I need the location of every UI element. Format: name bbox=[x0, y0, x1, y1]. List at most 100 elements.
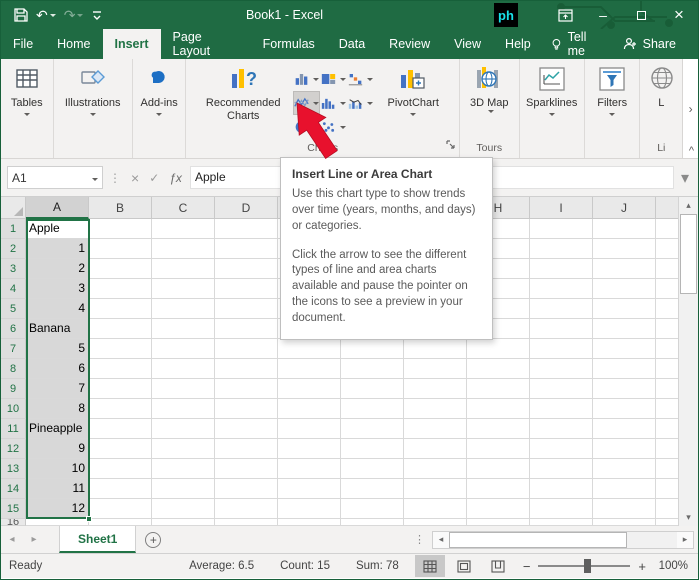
cell-a14[interactable]: 11 bbox=[26, 479, 89, 499]
insert-function-button[interactable]: ƒx bbox=[169, 171, 182, 185]
cell-f11[interactable] bbox=[341, 419, 404, 439]
zoom-in-button[interactable]: + bbox=[638, 559, 646, 574]
cell-g15[interactable] bbox=[404, 499, 467, 519]
cell-a12[interactable]: 9 bbox=[26, 439, 89, 459]
cell-d16[interactable] bbox=[215, 519, 278, 526]
cell-i11[interactable] bbox=[530, 419, 593, 439]
row-header-7[interactable]: 7 bbox=[1, 339, 26, 359]
cell-i7[interactable] bbox=[530, 339, 593, 359]
collapse-ribbon-button[interactable]: ^ bbox=[689, 145, 694, 157]
cell-d10[interactable] bbox=[215, 399, 278, 419]
share-button[interactable]: Share bbox=[615, 37, 684, 51]
column-header-c[interactable]: C bbox=[152, 197, 215, 219]
cell-c12[interactable] bbox=[152, 439, 215, 459]
cell-b8[interactable] bbox=[89, 359, 152, 379]
cell-b2[interactable] bbox=[89, 239, 152, 259]
customize-qat-button[interactable] bbox=[88, 3, 106, 27]
row-header-6[interactable]: 6 bbox=[1, 319, 26, 339]
row-header-10[interactable]: 10 bbox=[1, 399, 26, 419]
cell-d1[interactable] bbox=[215, 219, 278, 239]
vscroll-down-button[interactable]: ▾ bbox=[679, 509, 698, 526]
filters-button[interactable]: Filters bbox=[592, 62, 632, 140]
charts-dialog-launcher[interactable] bbox=[446, 139, 456, 155]
cell-e11[interactable] bbox=[278, 419, 341, 439]
cell-h16[interactable] bbox=[467, 519, 530, 526]
cell-i12[interactable] bbox=[530, 439, 593, 459]
cell-b11[interactable] bbox=[89, 419, 152, 439]
cell-a5[interactable]: 4 bbox=[26, 299, 89, 319]
undo-dropdown-icon[interactable] bbox=[50, 14, 56, 17]
cell-d6[interactable] bbox=[215, 319, 278, 339]
zoom-slider-thumb[interactable] bbox=[584, 559, 591, 573]
cell-c5[interactable] bbox=[152, 299, 215, 319]
zoom-out-button[interactable]: − bbox=[523, 559, 531, 574]
cell-d11[interactable] bbox=[215, 419, 278, 439]
combo-chart-dropdown-icon[interactable] bbox=[367, 102, 373, 105]
hscroll-left-button[interactable]: ◂ bbox=[433, 532, 449, 548]
column-header-j[interactable]: J bbox=[593, 197, 656, 219]
cell-c6[interactable] bbox=[152, 319, 215, 339]
row-header-15[interactable]: 15 bbox=[1, 499, 26, 519]
cell-d5[interactable] bbox=[215, 299, 278, 319]
cell-f10[interactable] bbox=[341, 399, 404, 419]
page-layout-view-button[interactable] bbox=[449, 555, 479, 577]
hscroll-thumb[interactable] bbox=[449, 532, 627, 548]
cell-i15[interactable] bbox=[530, 499, 593, 519]
tabbar-splitter-dots-icon[interactable]: ⋮ bbox=[414, 533, 426, 546]
cell-c8[interactable] bbox=[152, 359, 215, 379]
row-header-4[interactable]: 4 bbox=[1, 279, 26, 299]
cell-j3[interactable] bbox=[593, 259, 656, 279]
redo-dropdown-icon[interactable] bbox=[77, 14, 83, 17]
cell-b9[interactable] bbox=[89, 379, 152, 399]
formula-cancel-button[interactable]: × bbox=[131, 170, 139, 186]
vscroll-track[interactable] bbox=[679, 294, 698, 509]
cell-b4[interactable] bbox=[89, 279, 152, 299]
cell-a8[interactable]: 6 bbox=[26, 359, 89, 379]
cell-i13[interactable] bbox=[530, 459, 593, 479]
formula-enter-button[interactable]: ✓ bbox=[149, 171, 159, 185]
row-header-8[interactable]: 8 bbox=[1, 359, 26, 379]
cell-g14[interactable] bbox=[404, 479, 467, 499]
cell-f8[interactable] bbox=[341, 359, 404, 379]
cell-b3[interactable] bbox=[89, 259, 152, 279]
cell-i14[interactable] bbox=[530, 479, 593, 499]
name-box-dropdown-icon[interactable] bbox=[92, 178, 98, 181]
cell-j2[interactable] bbox=[593, 239, 656, 259]
tab-insert[interactable]: Insert bbox=[103, 29, 161, 59]
cell-e12[interactable] bbox=[278, 439, 341, 459]
row-header-11[interactable]: 11 bbox=[1, 419, 26, 439]
cell-d15[interactable] bbox=[215, 499, 278, 519]
cell-e15[interactable] bbox=[278, 499, 341, 519]
cell-e8[interactable] bbox=[278, 359, 341, 379]
tab-formulas[interactable]: Formulas bbox=[251, 29, 327, 59]
zoom-slider[interactable] bbox=[538, 565, 630, 567]
tab-review[interactable]: Review bbox=[377, 29, 442, 59]
cell-j11[interactable] bbox=[593, 419, 656, 439]
row-header-14[interactable]: 14 bbox=[1, 479, 26, 499]
cell-i3[interactable] bbox=[530, 259, 593, 279]
cell-c11[interactable] bbox=[152, 419, 215, 439]
cell-b14[interactable] bbox=[89, 479, 152, 499]
cell-g12[interactable] bbox=[404, 439, 467, 459]
cell-j15[interactable] bbox=[593, 499, 656, 519]
row-header-1[interactable]: 1 bbox=[1, 219, 26, 239]
cell-i1[interactable] bbox=[530, 219, 593, 239]
cell-b10[interactable] bbox=[89, 399, 152, 419]
cell-i10[interactable] bbox=[530, 399, 593, 419]
cell-b15[interactable] bbox=[89, 499, 152, 519]
cell-b12[interactable] bbox=[89, 439, 152, 459]
waterfall-chart-dropdown-icon[interactable] bbox=[367, 78, 373, 81]
cell-f15[interactable] bbox=[341, 499, 404, 519]
hscroll-right-button[interactable]: ▸ bbox=[677, 532, 693, 548]
cell-e7[interactable] bbox=[278, 339, 341, 359]
cell-g8[interactable] bbox=[404, 359, 467, 379]
cell-j9[interactable] bbox=[593, 379, 656, 399]
cell-j6[interactable] bbox=[593, 319, 656, 339]
cell-e13[interactable] bbox=[278, 459, 341, 479]
cell-b16[interactable] bbox=[89, 519, 152, 526]
cell-j4[interactable] bbox=[593, 279, 656, 299]
ribbon-scroll-right-button[interactable]: › bbox=[682, 59, 698, 158]
cell-c14[interactable] bbox=[152, 479, 215, 499]
cell-f13[interactable] bbox=[341, 459, 404, 479]
select-all-corner[interactable] bbox=[1, 197, 26, 219]
